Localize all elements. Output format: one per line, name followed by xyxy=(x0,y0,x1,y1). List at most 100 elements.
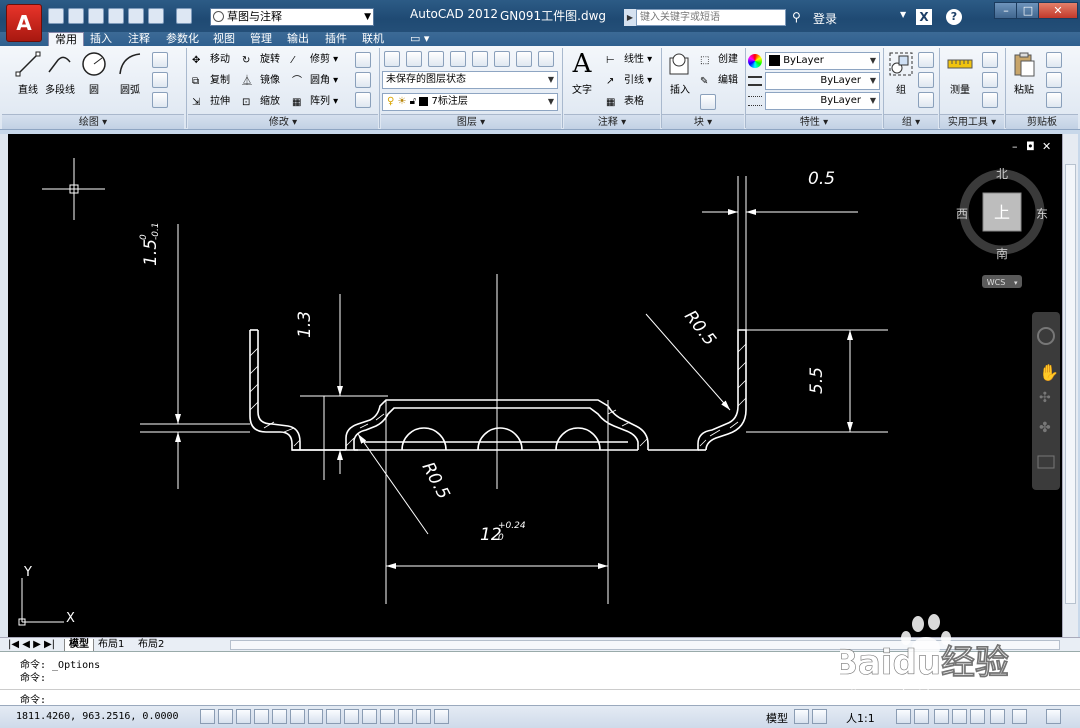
exchange-icon[interactable]: X xyxy=(916,9,932,25)
linear-dimension-button[interactable]: ⊢ 线性 ▾ xyxy=(606,52,652,68)
tab-manage[interactable]: 管理 xyxy=(250,32,272,46)
infer-constraints-icon[interactable] xyxy=(200,709,215,724)
model-space-button[interactable]: 模型 xyxy=(766,710,788,726)
save-as-icon[interactable] xyxy=(108,8,124,24)
group-select-icon[interactable] xyxy=(918,92,934,108)
paste-button[interactable]: 粘贴 xyxy=(1008,50,1040,96)
polyline-button[interactable]: 多段线 xyxy=(44,50,76,96)
match-properties-icon[interactable] xyxy=(1046,92,1062,108)
tab-annotate[interactable]: 注释 xyxy=(128,32,150,46)
minimize-button[interactable]: – xyxy=(994,2,1018,19)
layers-panel-title[interactable]: 图层 ▾ xyxy=(381,114,561,129)
erase-icon[interactable] xyxy=(355,52,371,68)
viewcube-west[interactable]: 西 xyxy=(956,207,968,221)
tab-layout2[interactable]: 布局2 xyxy=(138,639,164,651)
viewcube-north[interactable]: 北 xyxy=(996,167,1008,181)
array-button[interactable]: ▦ 阵列 ▾ xyxy=(292,94,338,110)
viewcube-south[interactable]: 南 xyxy=(996,246,1008,261)
tab-parametric[interactable]: 参数化 xyxy=(166,32,199,46)
annotation-visibility-icon[interactable] xyxy=(896,709,911,724)
scale-button[interactable]: ⊡ 缩放 xyxy=(242,94,280,110)
lineweight-dropdown[interactable]: ByLayer ▼ xyxy=(765,92,880,110)
clean-screen-icon[interactable] xyxy=(1046,709,1061,724)
object-snap-tracking-icon[interactable] xyxy=(326,709,341,724)
clipboard-panel-title[interactable]: 剪贴板 xyxy=(1006,114,1078,129)
current-layer-dropdown[interactable]: ♀ ☀ 🔓︎ 7标注层 ▼ xyxy=(382,93,558,111)
measure-button[interactable]: 测量 xyxy=(944,50,976,96)
selection-cycling-icon[interactable] xyxy=(434,709,449,724)
ungroup-icon[interactable] xyxy=(918,52,934,68)
search-input[interactable]: 键入关键字或短语 xyxy=(636,9,786,26)
offset-icon[interactable] xyxy=(355,92,371,108)
wcs-label[interactable]: WCS xyxy=(987,278,1006,287)
print-icon[interactable] xyxy=(128,8,144,24)
layer-icon[interactable] xyxy=(428,51,444,67)
quick-view-drawings-icon[interactable] xyxy=(812,709,827,724)
annotation-scale[interactable]: 人1:1 xyxy=(846,710,875,726)
insert-block-button[interactable]: 插入 xyxy=(664,50,696,96)
leader-button[interactable]: ↗ 引线 ▾ xyxy=(606,73,652,89)
status-menu-icon[interactable] xyxy=(1012,709,1027,724)
quick-properties-icon[interactable] xyxy=(416,709,431,724)
snap-mode-icon[interactable] xyxy=(218,709,233,724)
rotate-button[interactable]: ↻ 旋转 xyxy=(242,52,280,68)
horizontal-scrollbar[interactable] xyxy=(230,640,1060,650)
transparency-icon[interactable] xyxy=(398,709,413,724)
properties-panel-title[interactable]: 特性 ▾ xyxy=(746,114,882,129)
utilities-panel-title[interactable]: 实用工具 ▾ xyxy=(940,114,1004,129)
search-expand-icon[interactable]: ▶ xyxy=(624,9,636,26)
ellipse-icon[interactable] xyxy=(152,72,168,88)
cut-icon[interactable] xyxy=(1046,52,1062,68)
viewcube-top-face[interactable]: 上 xyxy=(994,203,1010,222)
application-menu-button[interactable]: A xyxy=(6,4,42,42)
quick-view-layouts-icon[interactable] xyxy=(794,709,809,724)
edit-block-button[interactable]: ✎ 编辑 xyxy=(700,73,738,89)
login-button[interactable]: 登录 xyxy=(813,10,837,27)
modify-panel-title[interactable]: 修改 ▾ xyxy=(188,114,378,129)
copy-clip-icon[interactable] xyxy=(1046,72,1062,88)
layer-properties-icon[interactable] xyxy=(384,51,400,67)
tab-insert[interactable]: 插入 xyxy=(90,32,112,46)
annotation-panel-title[interactable]: 注释 ▾ xyxy=(564,114,660,129)
viewcube[interactable]: 上 北 南 西 东 WCS ▾ xyxy=(956,167,1048,288)
save-icon[interactable] xyxy=(88,8,104,24)
layout-nav-arrows[interactable]: |◀ ◀ ▶ ▶| xyxy=(8,639,55,651)
dynamic-ucs-icon[interactable] xyxy=(344,709,359,724)
polar-tracking-icon[interactable] xyxy=(272,709,287,724)
auto-scale-icon[interactable] xyxy=(914,709,929,724)
line-button[interactable]: 直线 xyxy=(12,50,44,96)
group-button[interactable]: 组 xyxy=(885,50,917,96)
group-edit-icon[interactable] xyxy=(918,72,934,88)
object-snap-icon[interactable] xyxy=(290,709,305,724)
viewcube-east[interactable]: 东 xyxy=(1036,207,1048,221)
block-attribute-icon[interactable] xyxy=(700,94,716,110)
layer-icon[interactable] xyxy=(538,51,554,67)
text-button[interactable]: A 文字 xyxy=(566,50,598,96)
rectangle-icon[interactable] xyxy=(152,52,168,68)
lineweight-toggle-icon[interactable] xyxy=(380,709,395,724)
workspace-switching-icon[interactable] xyxy=(934,709,949,724)
tab-output[interactable]: 输出 xyxy=(287,32,309,46)
viewport-controls[interactable]: – ◘ ✕ xyxy=(1012,140,1051,153)
trim-button[interactable]: ⁄ 修剪 ▾ xyxy=(292,52,338,68)
tab-view[interactable]: 视图 xyxy=(213,32,235,46)
command-input[interactable]: 命令: xyxy=(0,689,1080,706)
tab-layout1[interactable]: 布局1 xyxy=(98,639,124,651)
mirror-button[interactable]: ⏅ 镜像 xyxy=(242,73,280,89)
maximize-button[interactable]: □ xyxy=(1016,2,1040,19)
explode-icon[interactable] xyxy=(355,72,371,88)
workspace-dropdown[interactable]: 草图与注释 ▼ xyxy=(210,8,374,26)
circle-button[interactable]: 圆 xyxy=(78,50,110,96)
groups-panel-title[interactable]: 组 ▾ xyxy=(884,114,938,129)
ortho-mode-icon[interactable] xyxy=(254,709,269,724)
layer-state-dropdown[interactable]: 未保存的图层状态 ▼ xyxy=(382,71,558,89)
ribbon-toggle-icon[interactable]: ▭ ▾ xyxy=(410,32,429,46)
layer-icon[interactable] xyxy=(472,51,488,67)
vertical-scrollbar[interactable] xyxy=(1062,134,1078,637)
lock-ui-icon[interactable] xyxy=(952,709,967,724)
layer-icon[interactable] xyxy=(516,51,532,67)
open-file-icon[interactable] xyxy=(68,8,84,24)
isolate-objects-icon[interactable] xyxy=(990,709,1005,724)
fillet-button[interactable]: ⌒ 圆角 ▾ xyxy=(292,73,338,89)
grid-display-icon[interactable] xyxy=(236,709,251,724)
